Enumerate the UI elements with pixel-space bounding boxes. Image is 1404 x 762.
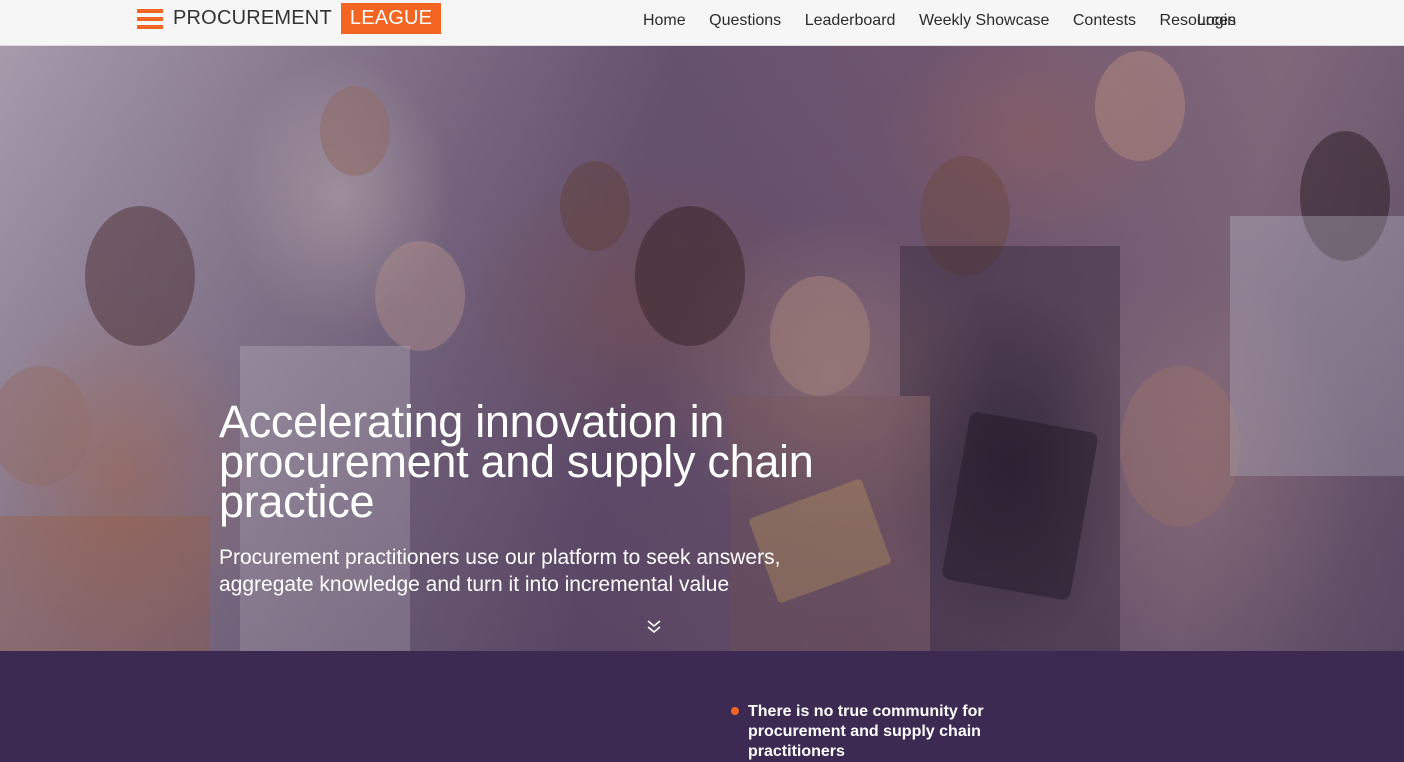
bullet-text: There is no true community for procureme… <box>748 703 984 760</box>
hero-banner: Accelerating innovation in procurement a… <box>0 46 1404 651</box>
top-navbar: PROCUREMENT LEAGUE Home Questions Leader… <box>0 0 1404 46</box>
hero-content: Accelerating innovation in procurement a… <box>219 396 839 598</box>
brand-accent: LEAGUE <box>340 3 442 34</box>
bullet-dot-icon <box>731 707 739 715</box>
nav-item-leaderboard[interactable]: Leaderboard <box>805 12 896 30</box>
intro-section: There is no true community for procureme… <box>0 651 1404 760</box>
nav-item-weekly-showcase[interactable]: Weekly Showcase <box>919 12 1049 30</box>
login-link[interactable]: Login <box>1197 12 1236 30</box>
double-chevron-down-icon[interactable] <box>646 620 662 634</box>
nav-item-contests[interactable]: Contests <box>1073 12 1136 30</box>
brand-logo[interactable]: PROCUREMENT LEAGUE <box>137 3 442 34</box>
list-item: There is no true community for procureme… <box>731 702 1071 762</box>
hamburger-menu-icon[interactable] <box>137 8 163 29</box>
hero-subtitle: Procurement practitioners use our platfo… <box>219 546 781 596</box>
brand-name: PROCUREMENT <box>173 7 332 29</box>
main-nav: Home Questions Leaderboard Weekly Showca… <box>619 12 1236 30</box>
nav-item-home[interactable]: Home <box>643 12 686 30</box>
nav-item-questions[interactable]: Questions <box>709 12 781 30</box>
hero-title: Accelerating innovation in procurement a… <box>219 396 814 527</box>
